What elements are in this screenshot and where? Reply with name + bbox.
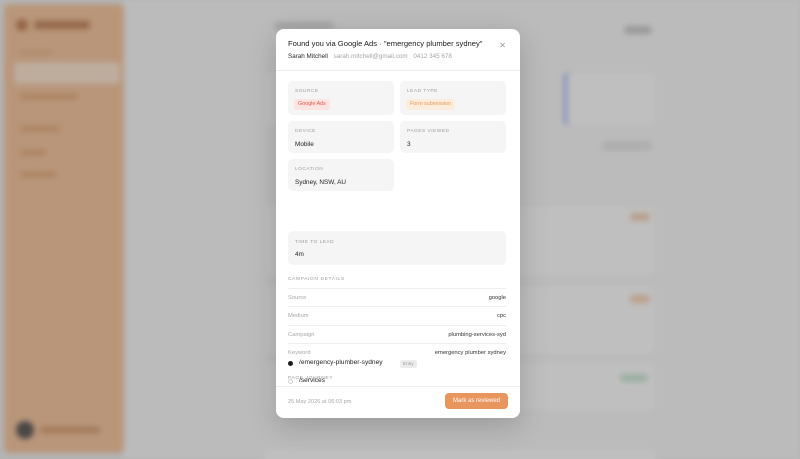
lead-details-modal: Found you via Google Ads · "emergency pl… [276,29,520,418]
journey-path: /services [299,377,326,384]
modal-body[interactable]: SOURCE Google Ads LEAD TYPE Form submiss… [276,72,520,386]
close-icon[interactable]: ✕ [499,41,506,50]
contact-name: Sarah Mitchell [288,53,328,60]
pages-viewed-value: 3 [407,141,411,148]
time-to-lead-label: TIME TO LEAD [295,240,335,245]
mark-as-reviewed-button[interactable]: Mark as reviewed [445,393,508,409]
device-tile: DEVICE Mobile [288,121,394,153]
modal-footer: 25 May 2026 at 06:03 pm Mark as reviewed [276,386,520,418]
time-to-lead-value: 4m [295,251,304,258]
device-value: Mobile [295,141,314,148]
device-label: DEVICE [295,129,316,134]
contact-email[interactable]: sarah.mitchell@gmail.com [334,53,408,60]
modal-header: Found you via Google Ads · "emergency pl… [276,29,520,71]
entry-dot-icon [288,361,293,366]
contact-info: Sarah Mitchell sarah.mitchell@gmail.com … [288,53,452,60]
campaign-row: Source google [288,288,506,306]
time-to-lead-tile: TIME TO LEAD 4m [288,231,506,265]
step-dot-icon [288,379,293,384]
campaign-row: Medium cpc [288,306,506,324]
campaign-row: Campaign plumbing-services-syd [288,325,506,343]
journey-item: /emergency-plumber-sydney Entry [288,358,488,370]
entry-badge: Entry [400,360,417,368]
location-tile: LOCATION Sydney, NSW, AU [288,159,394,191]
journey-path: /emergency-plumber-sydney [299,359,383,366]
lead-type-badge: Form submission [406,99,456,110]
lead-timestamp: 25 May 2026 at 06:03 pm [288,399,352,405]
source-tile: SOURCE Google Ads [288,81,394,115]
lead-type-label: LEAD TYPE [407,89,438,94]
campaign-details-heading: CAMPAIGN DETAILS [288,277,345,282]
pages-viewed-tile: PAGES VIEWED 3 [400,121,506,153]
modal-title: Found you via Google Ads · "emergency pl… [288,39,483,48]
lead-type-tile: LEAD TYPE Form submission [400,81,506,115]
contact-phone[interactable]: 0412 345 678 [413,53,452,60]
location-value: Sydney, NSW, AU [295,179,347,186]
pages-viewed-label: PAGES VIEWED [407,129,450,134]
source-label: SOURCE [295,89,319,94]
location-label: LOCATION [295,167,324,172]
source-badge: Google Ads [294,99,330,110]
